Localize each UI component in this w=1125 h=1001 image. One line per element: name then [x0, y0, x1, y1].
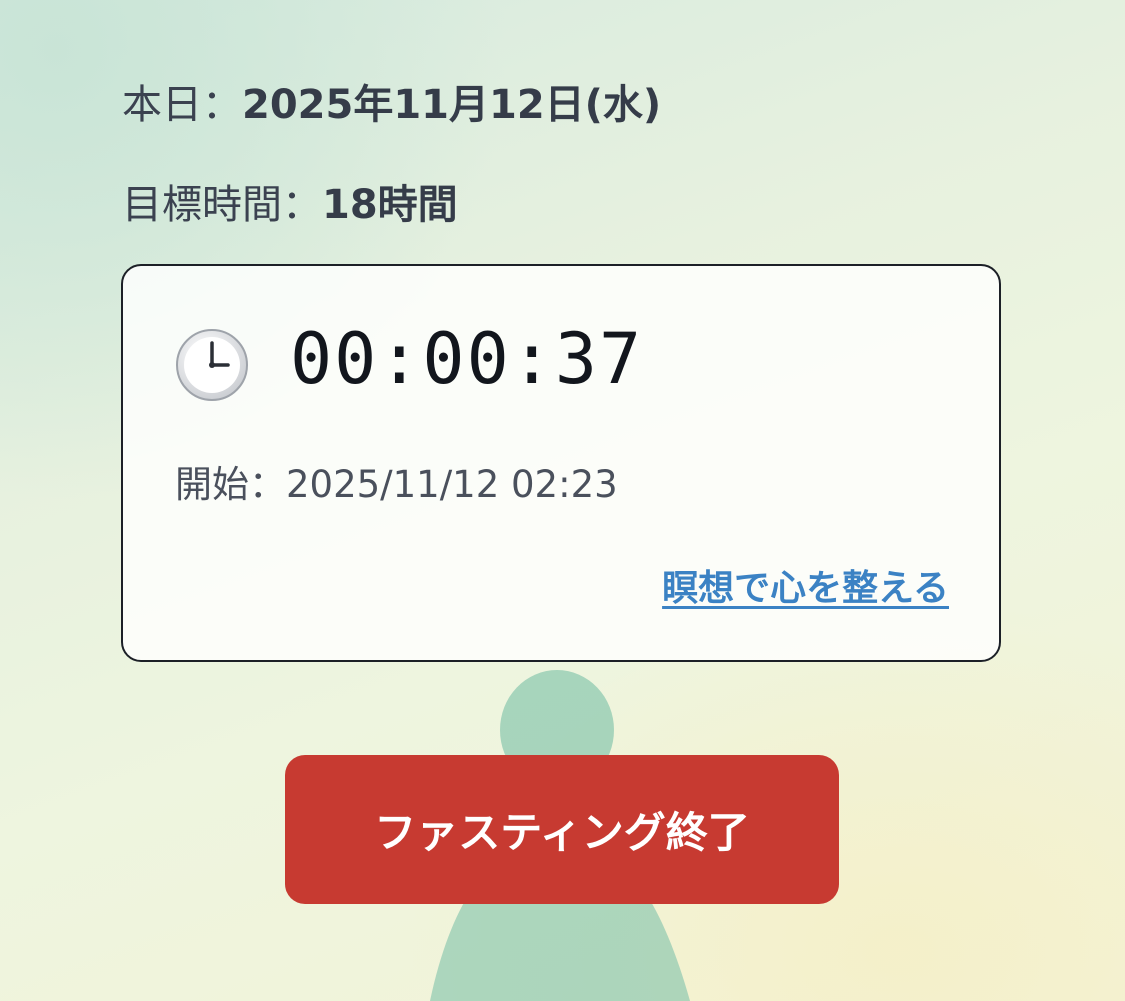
today-date-line: 本日：2025年11月12日(水) [122, 72, 661, 130]
goal-time-value: 18時間 [322, 182, 458, 228]
timer-card: 00:00:37 開始：2025/11/12 02:23 瞑想で心を整える [121, 264, 1001, 662]
end-fasting-button[interactable]: ファスティング終了 [285, 755, 839, 904]
start-label: 開始： [175, 463, 286, 506]
clock-icon [175, 328, 249, 406]
today-label: 本日： [122, 82, 242, 128]
elapsed-time: 00:00:37 [290, 318, 644, 400]
today-date-value: 2025年11月12日(水) [242, 82, 662, 128]
meditation-link[interactable]: 瞑想で心を整える [662, 559, 949, 611]
start-time-line: 開始：2025/11/12 02:23 [175, 454, 618, 508]
goal-time-line: 目標時間：18時間 [122, 172, 458, 230]
goal-label: 目標時間： [122, 182, 322, 228]
start-time-value: 2025/11/12 02:23 [286, 463, 618, 506]
